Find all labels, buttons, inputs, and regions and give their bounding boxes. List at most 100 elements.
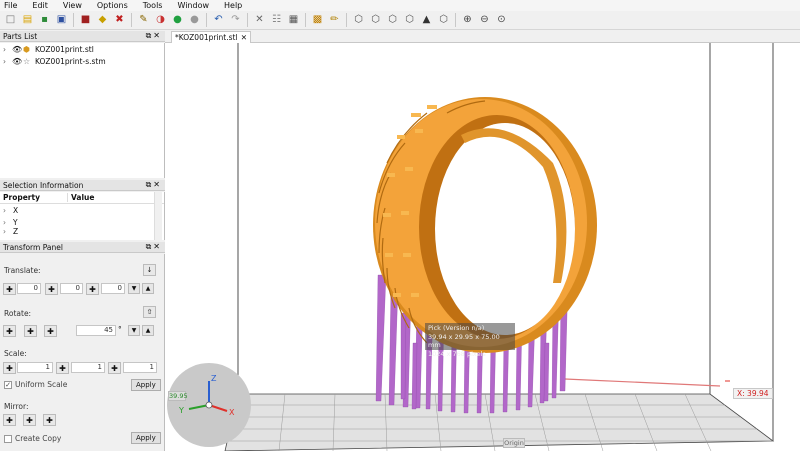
panel-controls[interactable]: ⧉✕	[146, 242, 162, 252]
menu-file[interactable]: File	[4, 1, 17, 10]
uniform-scale-checkbox[interactable]: ✓ Uniform Scale	[4, 380, 67, 389]
apply-scale-button[interactable]: Apply	[131, 379, 161, 391]
chevron-right-icon[interactable]: ›	[3, 218, 13, 227]
info-line: 39.94 x 29.95 x 75.00 mm	[428, 332, 500, 350]
redo-icon[interactable]: ↷	[229, 13, 243, 27]
list-item[interactable]: › 👁 ⬢ KOZ001print.stl	[0, 43, 164, 55]
menu-edit[interactable]: Edit	[32, 1, 48, 10]
scale-y-input[interactable]: 1	[71, 362, 105, 373]
scale-z-icon[interactable]: ✚	[108, 362, 121, 374]
translate-x-icon[interactable]: ✚	[3, 283, 16, 295]
pie-icon[interactable]: ◑	[154, 13, 168, 27]
table-row[interactable]: › X	[0, 204, 164, 216]
menu-options[interactable]: Options	[97, 1, 128, 10]
translate-reset-button[interactable]: ↓	[143, 264, 156, 276]
table-row[interactable]: › Z	[0, 228, 164, 234]
zoom-out-icon[interactable]: ⊖	[478, 13, 492, 27]
row-label: Y	[13, 217, 18, 227]
scale-z-input[interactable]: 1	[123, 362, 157, 373]
decrement-button[interactable]: ▼	[128, 325, 140, 336]
cube-view-icon[interactable]: ⬡	[437, 13, 451, 27]
measure-icon[interactable]: ✏	[328, 13, 342, 27]
menu-help[interactable]: Help	[224, 1, 242, 10]
paint-icon[interactable]: ✎	[137, 13, 151, 27]
rotate-z-icon[interactable]: ✚	[44, 325, 57, 337]
play-icon[interactable]: ●	[171, 13, 185, 27]
save-icon[interactable]: ▣	[55, 13, 69, 27]
translate-x-input[interactable]: 0	[17, 283, 41, 294]
rotate-angle-input[interactable]: 45	[76, 325, 116, 336]
layers-icon[interactable]: ☷	[270, 13, 284, 27]
rotate-x-icon[interactable]: ✚	[3, 325, 16, 337]
mirror-y-icon[interactable]: ✚	[23, 414, 36, 426]
chevron-right-icon[interactable]: ›	[3, 45, 12, 54]
zoom-in-icon[interactable]: ⊕	[461, 13, 475, 27]
info-line: 1024 x 768 pixels	[428, 349, 486, 358]
transform-panel-header: Transform Panel ⧉✕	[0, 242, 165, 253]
apply-mirror-button[interactable]: Apply	[131, 432, 161, 444]
toolbar-separator	[455, 13, 456, 27]
rotate-y-icon[interactable]: ✚	[24, 325, 37, 337]
delete-icon[interactable]: ◆	[96, 13, 110, 27]
cube-front-icon[interactable]: ⬡	[352, 13, 366, 27]
scene-canvas[interactable]: Z X Y	[165, 43, 800, 451]
cube-back-icon[interactable]: ⬡	[369, 13, 383, 27]
selection-info-title: Selection Information	[3, 180, 84, 190]
eye-icon[interactable]: 👁	[12, 45, 23, 54]
select-icon[interactable]: ▩	[311, 13, 325, 27]
panel-controls[interactable]: ⧉✕	[146, 31, 162, 41]
view-orientation-gizmo[interactable]: Z X Y	[167, 363, 251, 447]
chevron-right-icon[interactable]: ›	[3, 57, 12, 66]
scale-x-input[interactable]: 1	[17, 362, 53, 373]
list-item[interactable]: › 👁 ☆ KOZ001print-s.stm	[0, 55, 164, 67]
menu-view[interactable]: View	[63, 1, 82, 10]
translate-y-input[interactable]: 0	[60, 283, 83, 294]
checkbox-box[interactable]	[4, 434, 12, 443]
part-icon: ⬢	[23, 44, 30, 54]
cube-right-icon[interactable]: ⬡	[403, 13, 417, 27]
grid-icon[interactable]: ▦	[287, 13, 301, 27]
3d-viewport[interactable]: Z X Y	[165, 43, 800, 451]
close-icon[interactable]: ✖	[113, 13, 127, 27]
stop-icon[interactable]: ●	[188, 13, 202, 27]
table-row[interactable]: › Y	[0, 216, 164, 228]
render-icon[interactable]: ■	[79, 13, 93, 27]
menu-tools[interactable]: Tools	[143, 1, 163, 10]
chevron-right-icon[interactable]: ›	[3, 228, 13, 234]
open-icon[interactable]: ▤	[21, 13, 35, 27]
cube-left-icon[interactable]: ⬡	[386, 13, 400, 27]
menu-window[interactable]: Window	[177, 1, 209, 10]
chevron-right-icon[interactable]: ›	[3, 206, 13, 215]
cut-icon[interactable]: ✕	[253, 13, 267, 27]
parts-list-title: Parts List	[3, 31, 38, 41]
mirror-label: Mirror:	[4, 402, 29, 411]
check-icon[interactable]: ✓	[4, 380, 12, 389]
undo-icon[interactable]: ↶	[212, 13, 226, 27]
zoom-fit-icon[interactable]: ⊙	[495, 13, 509, 27]
scale-y-icon[interactable]: ✚	[56, 362, 69, 374]
decrement-button[interactable]: ▼	[128, 283, 140, 294]
translate-label: Translate:	[4, 266, 41, 275]
rotate-reset-button[interactable]: ⇧	[143, 306, 156, 318]
tab-koz001print[interactable]: *KOZ001print.stl ✕	[171, 31, 251, 43]
cube-top-icon[interactable]: ▲	[420, 13, 434, 27]
panel-controls[interactable]: ⧉✕	[146, 180, 162, 190]
table-header: Property Value	[0, 192, 164, 204]
info-line: Pick (Version n/a)	[428, 324, 485, 332]
create-copy-checkbox[interactable]: Create Copy	[4, 434, 61, 443]
close-icon[interactable]: ✕	[241, 33, 247, 42]
new-icon[interactable]: □	[4, 13, 18, 27]
increment-button[interactable]: ▲	[142, 283, 154, 294]
translate-z-icon[interactable]: ✚	[86, 283, 99, 295]
eye-icon[interactable]: 👁	[12, 57, 23, 66]
vertical-scrollbar[interactable]	[154, 192, 162, 240]
scale-x-icon[interactable]: ✚	[3, 362, 16, 374]
origin-label: Origin	[503, 438, 525, 448]
import-icon[interactable]: ▪	[38, 13, 52, 27]
increment-button[interactable]: ▲	[142, 325, 154, 336]
mirror-z-icon[interactable]: ✚	[43, 414, 56, 426]
translate-z-input[interactable]: 0	[101, 283, 125, 294]
mirror-x-icon[interactable]: ✚	[3, 414, 16, 426]
ring-model[interactable]	[373, 97, 597, 353]
translate-y-icon[interactable]: ✚	[45, 283, 58, 295]
